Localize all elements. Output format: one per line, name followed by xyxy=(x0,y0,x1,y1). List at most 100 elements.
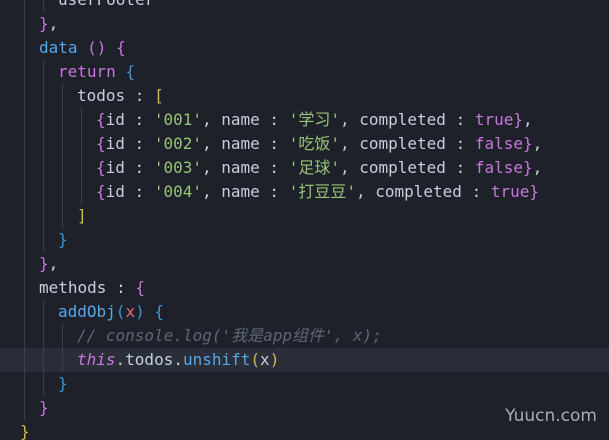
code-token: } xyxy=(523,158,533,177)
code-text: } xyxy=(20,420,30,440)
code-token: , completed : xyxy=(339,110,475,129)
code-token: .todos. xyxy=(115,350,183,369)
code-line[interactable]: } xyxy=(0,228,609,252)
code-token: return xyxy=(58,62,116,81)
code-token: data xyxy=(39,38,78,57)
indent-guide xyxy=(43,372,44,396)
indent-guide xyxy=(24,132,25,156)
indent-guide xyxy=(62,324,63,348)
code-token: ) xyxy=(269,350,280,369)
code-token: '学习' xyxy=(288,110,340,129)
indent-guide xyxy=(43,84,44,108)
code-token: { xyxy=(116,38,126,57)
code-token: } xyxy=(58,374,68,393)
indent-guide xyxy=(43,0,44,12)
code-token: false xyxy=(474,158,523,177)
code-line[interactable]: data () { xyxy=(0,36,609,60)
code-token: true xyxy=(474,110,514,129)
indent-guide xyxy=(43,108,44,132)
code-line[interactable]: {id : '003', name : '足球', completed : fa… xyxy=(0,156,609,180)
code-text: data () { xyxy=(39,36,126,60)
indent-guide xyxy=(62,108,63,132)
indent-guide xyxy=(62,348,63,372)
code-line[interactable]: } xyxy=(0,372,609,396)
indent-guide xyxy=(24,84,25,108)
code-token: false xyxy=(474,134,523,153)
code-text: userFooter xyxy=(58,0,154,12)
code-token: true xyxy=(490,182,530,201)
code-text: }, xyxy=(39,12,58,36)
code-token: } xyxy=(523,134,533,153)
indent-guide xyxy=(62,84,63,108)
code-token: '吃饭' xyxy=(288,134,340,153)
current-code-line[interactable]: this.todos.unshift(x) xyxy=(0,348,609,372)
code-token: { xyxy=(96,158,106,177)
code-text: todos : [ xyxy=(77,84,164,108)
code-token: id : xyxy=(105,110,154,129)
indent-guide xyxy=(43,204,44,228)
code-token: // console.log('我是app组件', x); xyxy=(77,326,382,345)
code-line[interactable]: }, xyxy=(0,12,609,36)
code-token: , xyxy=(532,134,543,153)
code-line[interactable]: addObj(x) { xyxy=(0,300,609,324)
code-token: , completed : xyxy=(339,134,475,153)
code-line[interactable]: {id : '004', name : '打豆豆', completed : t… xyxy=(0,180,609,204)
indent-guide xyxy=(43,156,44,180)
code-token: } xyxy=(513,110,523,129)
code-text: } xyxy=(58,372,68,396)
code-token: '002' xyxy=(153,134,202,153)
code-editor[interactable]: userFooter},data () {return {todos : [{i… xyxy=(0,0,609,440)
code-token: , xyxy=(523,110,533,129)
indent-guide xyxy=(43,228,44,252)
code-line[interactable]: {id : '001', name : '学习', completed : tr… xyxy=(0,108,609,132)
code-token: userFooter xyxy=(58,0,154,9)
indent-guide xyxy=(43,132,44,156)
code-text: } xyxy=(58,228,68,252)
indent-guide xyxy=(24,228,25,252)
indent-guide xyxy=(81,108,82,132)
code-text: // console.log('我是app组件', x); xyxy=(77,324,382,348)
code-line[interactable]: methods : { xyxy=(0,276,609,300)
indent-guide xyxy=(24,156,25,180)
indent-guide xyxy=(43,300,44,324)
code-token: , name : xyxy=(201,158,289,177)
code-token: [ xyxy=(154,86,164,105)
indent-guide xyxy=(62,204,63,228)
indent-guide xyxy=(62,156,63,180)
code-line[interactable]: userFooter xyxy=(0,0,609,12)
indent-guide xyxy=(24,12,25,36)
code-token: '003' xyxy=(153,158,202,177)
indent-guide xyxy=(81,132,82,156)
code-line[interactable]: todos : [ xyxy=(0,84,609,108)
indent-guide xyxy=(24,36,25,60)
code-token: { xyxy=(96,110,106,129)
code-line[interactable]: // console.log('我是app组件', x); xyxy=(0,324,609,348)
code-token: : xyxy=(106,278,136,297)
code-line[interactable]: return { xyxy=(0,60,609,84)
code-line[interactable]: }, xyxy=(0,252,609,276)
indent-guide xyxy=(24,300,25,324)
code-text: {id : '004', name : '打豆豆', completed : t… xyxy=(96,180,539,204)
code-token: } xyxy=(39,398,49,417)
code-token: ) xyxy=(135,302,145,321)
code-line[interactable]: ] xyxy=(0,204,609,228)
indent-guide xyxy=(24,276,25,300)
code-token: { xyxy=(96,134,106,153)
indent-guide xyxy=(24,324,25,348)
code-token: id : xyxy=(105,182,154,201)
indent-guide xyxy=(24,0,25,12)
code-line[interactable]: {id : '002', name : '吃饭', completed : fa… xyxy=(0,132,609,156)
code-token: { xyxy=(96,182,106,201)
indent-guide xyxy=(24,108,25,132)
indent-guide xyxy=(81,156,82,180)
indent-guide xyxy=(24,372,25,396)
code-token: } xyxy=(20,422,30,440)
code-text: addObj(x) { xyxy=(58,300,164,324)
indent-guide xyxy=(24,180,25,204)
code-text: }, xyxy=(39,252,58,276)
code-text: } xyxy=(39,396,49,420)
